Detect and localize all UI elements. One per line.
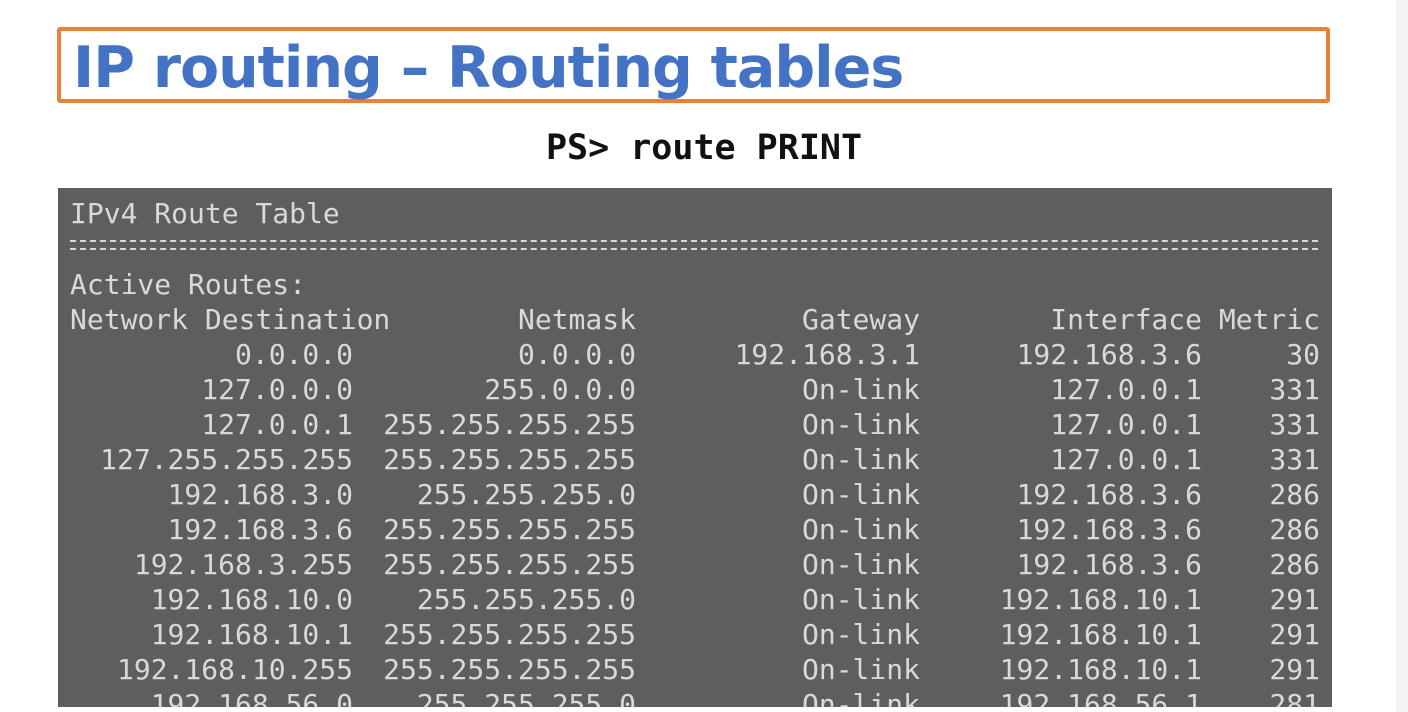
cell-interface: 192.168.3.6 — [1016, 548, 1202, 581]
cell-destination: 192.168.10.255 — [116, 653, 353, 686]
cell-interface: 127.0.0.1 — [1050, 408, 1202, 441]
cell-metric: 291 — [1269, 583, 1320, 616]
cell-netmask: 255.255.255.255 — [383, 408, 636, 441]
cell-gateway: On-link — [801, 513, 920, 546]
cell-netmask: 255.255.255.255 — [383, 443, 636, 476]
cell-metric: 291 — [1269, 653, 1320, 686]
active-routes-label: Active Routes: — [70, 268, 307, 301]
cell-gateway: On-link — [801, 443, 920, 476]
cell-destination: 192.168.3.0 — [167, 478, 353, 511]
cell-netmask: 255.0.0.0 — [484, 373, 636, 406]
cell-destination: 192.168.10.1 — [150, 618, 353, 651]
cell-metric: 30 — [1286, 338, 1320, 371]
cell-gateway: On-link — [801, 373, 920, 406]
cell-interface: 192.168.10.1 — [999, 653, 1202, 686]
cell-netmask: 255.255.255.0 — [416, 583, 636, 616]
cell-destination: 127.0.0.0 — [201, 373, 353, 406]
cell-netmask: 255.255.255.255 — [383, 513, 636, 546]
cell-metric: 331 — [1269, 373, 1320, 406]
cell-gateway: On-link — [801, 583, 920, 616]
cell-metric: 286 — [1269, 478, 1320, 511]
cell-gateway: On-link — [801, 688, 920, 707]
cell-netmask: 255.255.255.255 — [383, 548, 636, 581]
header-netmask: Netmask — [517, 303, 636, 336]
separator-line — [70, 240, 1318, 250]
header-gateway: Gateway — [801, 303, 920, 336]
cell-interface: 192.168.3.6 — [1016, 338, 1202, 371]
cell-gateway: On-link — [801, 478, 920, 511]
scrollbar-strip — [1396, 0, 1408, 712]
cell-destination: 192.168.3.255 — [133, 548, 353, 581]
cell-destination: 192.168.10.0 — [150, 583, 353, 616]
cell-interface: 127.0.0.1 — [1050, 443, 1202, 476]
header-metric: Metric — [1218, 303, 1320, 336]
route-table-title: IPv4 Route Table — [70, 197, 340, 230]
slide: IP routing – Routing tables PS> route PR… — [0, 0, 1408, 712]
cell-netmask: 255.255.255.255 — [383, 653, 636, 686]
cell-destination: 127.0.0.1 — [201, 408, 353, 441]
cell-gateway: On-link — [801, 653, 920, 686]
terminal-output: IPv4 Route Table Active Routes: Network … — [58, 188, 1332, 707]
cell-gateway: On-link — [801, 618, 920, 651]
header-interface: Interface — [1050, 303, 1202, 336]
cell-destination: 192.168.56.0 — [150, 688, 353, 707]
cell-interface: 192.168.10.1 — [999, 583, 1202, 616]
cell-interface: 192.168.3.6 — [1016, 478, 1202, 511]
cell-metric: 281 — [1269, 688, 1320, 707]
cell-metric: 291 — [1269, 618, 1320, 651]
cell-interface: 192.168.56.1 — [999, 688, 1202, 707]
cell-gateway: On-link — [801, 548, 920, 581]
cell-interface: 127.0.0.1 — [1050, 373, 1202, 406]
cell-netmask: 255.255.255.255 — [383, 618, 636, 651]
cell-gateway: 192.168.3.1 — [734, 338, 920, 371]
cell-destination: 0.0.0.0 — [234, 338, 353, 371]
cell-interface: 192.168.10.1 — [999, 618, 1202, 651]
header-destination: Network Destination — [70, 303, 391, 336]
command-line: PS> route PRINT — [545, 128, 863, 168]
cell-metric: 331 — [1269, 443, 1320, 476]
cell-gateway: On-link — [801, 408, 920, 441]
cell-netmask: 255.255.255.0 — [416, 688, 636, 707]
cell-netmask: 0.0.0.0 — [517, 338, 636, 371]
cell-destination: 127.255.255.255 — [100, 443, 353, 476]
cell-netmask: 255.255.255.0 — [416, 478, 636, 511]
title-box: IP routing – Routing tables — [57, 27, 1330, 103]
cell-destination: 192.168.3.6 — [167, 513, 353, 546]
cell-metric: 331 — [1269, 408, 1320, 441]
cell-metric: 286 — [1269, 548, 1320, 581]
slide-title: IP routing – Routing tables — [73, 35, 904, 101]
cell-interface: 192.168.3.6 — [1016, 513, 1202, 546]
cell-metric: 286 — [1269, 513, 1320, 546]
